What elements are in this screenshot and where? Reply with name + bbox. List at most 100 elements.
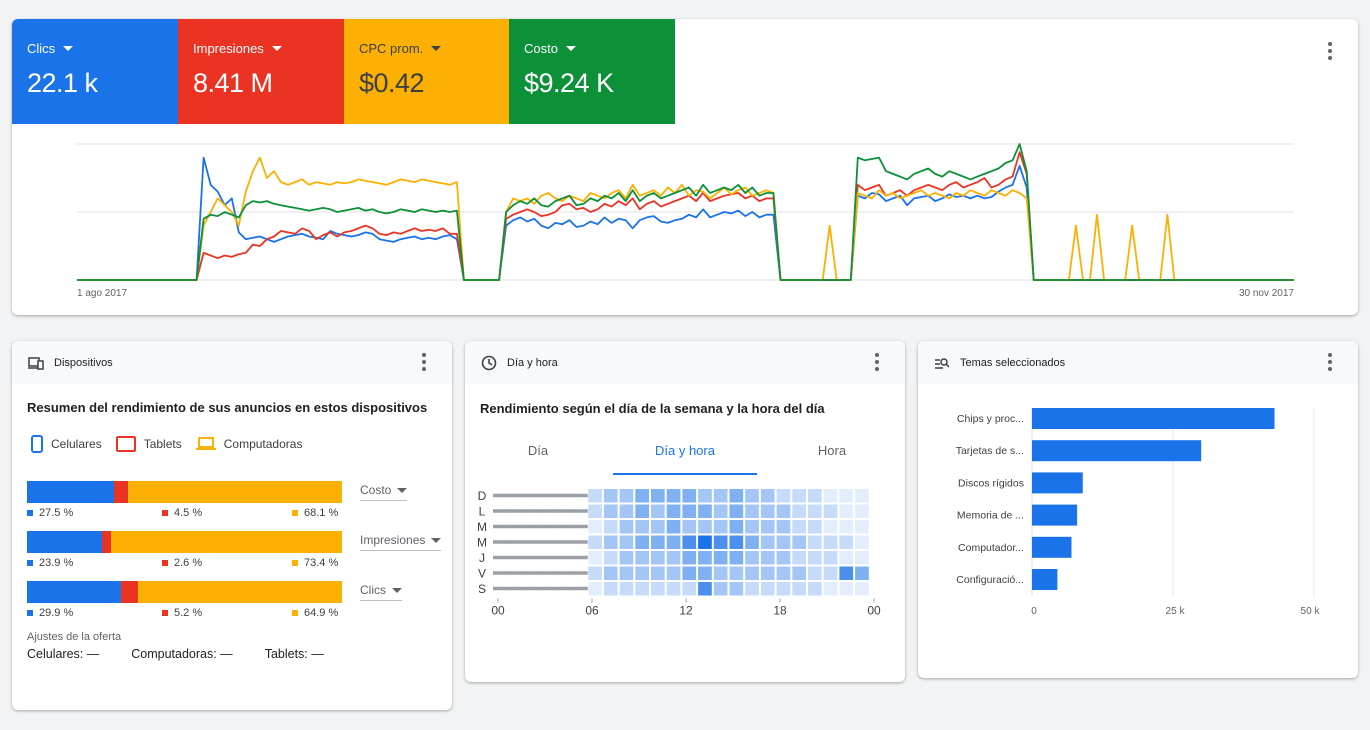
tab-dia-y-hora[interactable]: Día y hora bbox=[613, 443, 757, 475]
heat-cell[interactable] bbox=[776, 551, 791, 565]
heat-cell[interactable] bbox=[839, 504, 854, 519]
heat-cell[interactable] bbox=[651, 566, 665, 581]
heat-cell[interactable] bbox=[855, 504, 869, 519]
heat-cell[interactable] bbox=[635, 520, 649, 534]
heat-cell[interactable] bbox=[808, 504, 822, 519]
heat-cell[interactable] bbox=[682, 504, 697, 519]
heat-cell[interactable] bbox=[808, 520, 822, 534]
heat-cell[interactable] bbox=[808, 582, 822, 596]
heat-cell[interactable] bbox=[666, 489, 681, 503]
heat-cell[interactable] bbox=[729, 551, 744, 565]
heat-cell[interactable] bbox=[823, 504, 838, 519]
heat-cell[interactable] bbox=[619, 551, 634, 565]
heat-cell[interactable] bbox=[729, 489, 744, 503]
heat-cell[interactable] bbox=[635, 551, 649, 565]
heat-cell[interactable] bbox=[839, 582, 854, 596]
heat-cell[interactable] bbox=[745, 489, 759, 503]
heat-cell[interactable] bbox=[713, 551, 728, 565]
heat-cell[interactable] bbox=[619, 520, 634, 534]
heat-cell[interactable] bbox=[713, 582, 728, 596]
heat-cell[interactable] bbox=[839, 489, 854, 503]
heat-cell[interactable] bbox=[666, 582, 681, 596]
heat-cell[interactable] bbox=[760, 520, 775, 534]
heat-cell[interactable] bbox=[603, 551, 618, 565]
heat-cell[interactable] bbox=[823, 489, 838, 503]
heat-cell[interactable] bbox=[651, 551, 665, 565]
heat-cell[interactable] bbox=[823, 582, 838, 596]
heat-cell[interactable] bbox=[839, 520, 854, 534]
more-options-icon[interactable] bbox=[867, 352, 887, 372]
heat-cell[interactable] bbox=[808, 551, 822, 565]
heat-cell[interactable] bbox=[682, 535, 697, 550]
heat-cell[interactable] bbox=[603, 520, 618, 534]
heat-cell[interactable] bbox=[603, 489, 618, 503]
heat-cell[interactable] bbox=[635, 582, 649, 596]
metric-tile-costo[interactable]: Costo $9.24 K bbox=[509, 19, 675, 124]
tab-dia[interactable]: Día bbox=[497, 443, 579, 475]
heat-cell[interactable] bbox=[729, 582, 744, 596]
heat-cell[interactable] bbox=[776, 566, 791, 581]
heat-cell[interactable] bbox=[698, 551, 712, 565]
heat-cell[interactable] bbox=[713, 520, 728, 534]
heat-cell[interactable] bbox=[823, 535, 838, 550]
heat-cell[interactable] bbox=[682, 582, 697, 596]
heat-cell[interactable] bbox=[588, 566, 602, 581]
metric-tile-impresiones[interactable]: Impresiones 8.41 M bbox=[178, 19, 344, 124]
metric-select[interactable]: Impresiones bbox=[360, 533, 442, 551]
heat-cell[interactable] bbox=[760, 535, 775, 550]
heat-cell[interactable] bbox=[823, 551, 838, 565]
heat-cell[interactable] bbox=[808, 535, 822, 550]
heat-cell[interactable] bbox=[698, 504, 712, 519]
heat-cell[interactable] bbox=[651, 582, 665, 596]
heat-cell[interactable] bbox=[666, 520, 681, 534]
more-options-icon[interactable] bbox=[1320, 41, 1340, 61]
heat-cell[interactable] bbox=[792, 566, 806, 581]
heat-cell[interactable] bbox=[666, 535, 681, 550]
heat-cell[interactable] bbox=[713, 566, 728, 581]
heat-cell[interactable] bbox=[651, 520, 665, 534]
heat-cell[interactable] bbox=[698, 582, 712, 596]
heat-cell[interactable] bbox=[729, 504, 744, 519]
heat-cell[interactable] bbox=[619, 535, 634, 550]
heat-cell[interactable] bbox=[760, 504, 775, 519]
heat-cell[interactable] bbox=[745, 551, 759, 565]
heat-cell[interactable] bbox=[776, 582, 791, 596]
heat-cell[interactable] bbox=[651, 489, 665, 503]
metric-tile-cpc[interactable]: CPC prom. $0.42 bbox=[344, 19, 510, 124]
topic-bar[interactable] bbox=[1032, 440, 1202, 462]
heat-cell[interactable] bbox=[619, 582, 634, 596]
heat-cell[interactable] bbox=[588, 489, 602, 503]
heat-cell[interactable] bbox=[698, 489, 712, 503]
heat-cell[interactable] bbox=[760, 582, 775, 596]
heat-cell[interactable] bbox=[619, 489, 634, 503]
heat-cell[interactable] bbox=[823, 566, 838, 581]
heat-cell[interactable] bbox=[666, 566, 681, 581]
heat-cell[interactable] bbox=[745, 566, 759, 581]
heat-cell[interactable] bbox=[792, 582, 806, 596]
topic-bar[interactable] bbox=[1032, 569, 1058, 590]
heat-cell[interactable] bbox=[698, 520, 712, 534]
heat-cell[interactable] bbox=[635, 535, 649, 550]
heat-cell[interactable] bbox=[839, 566, 854, 581]
heat-cell[interactable] bbox=[682, 566, 697, 581]
heat-cell[interactable] bbox=[713, 504, 728, 519]
heat-cell[interactable] bbox=[635, 566, 649, 581]
topic-bar[interactable] bbox=[1032, 504, 1078, 526]
heat-cell[interactable] bbox=[682, 520, 697, 534]
metric-tile-clics[interactable]: Clics 22.1 k bbox=[12, 19, 178, 124]
heat-cell[interactable] bbox=[588, 582, 602, 596]
heat-cell[interactable] bbox=[760, 489, 775, 503]
heat-cell[interactable] bbox=[792, 520, 806, 534]
heat-cell[interactable] bbox=[713, 535, 728, 550]
heat-cell[interactable] bbox=[745, 535, 759, 550]
heat-cell[interactable] bbox=[651, 504, 665, 519]
heat-cell[interactable] bbox=[839, 551, 854, 565]
heat-cell[interactable] bbox=[823, 520, 838, 534]
heat-cell[interactable] bbox=[588, 535, 602, 550]
heat-cell[interactable] bbox=[666, 551, 681, 565]
heat-cell[interactable] bbox=[698, 535, 712, 550]
heat-cell[interactable] bbox=[776, 520, 791, 534]
heat-cell[interactable] bbox=[855, 520, 869, 534]
topic-bar[interactable] bbox=[1032, 472, 1083, 494]
heat-cell[interactable] bbox=[588, 504, 602, 519]
